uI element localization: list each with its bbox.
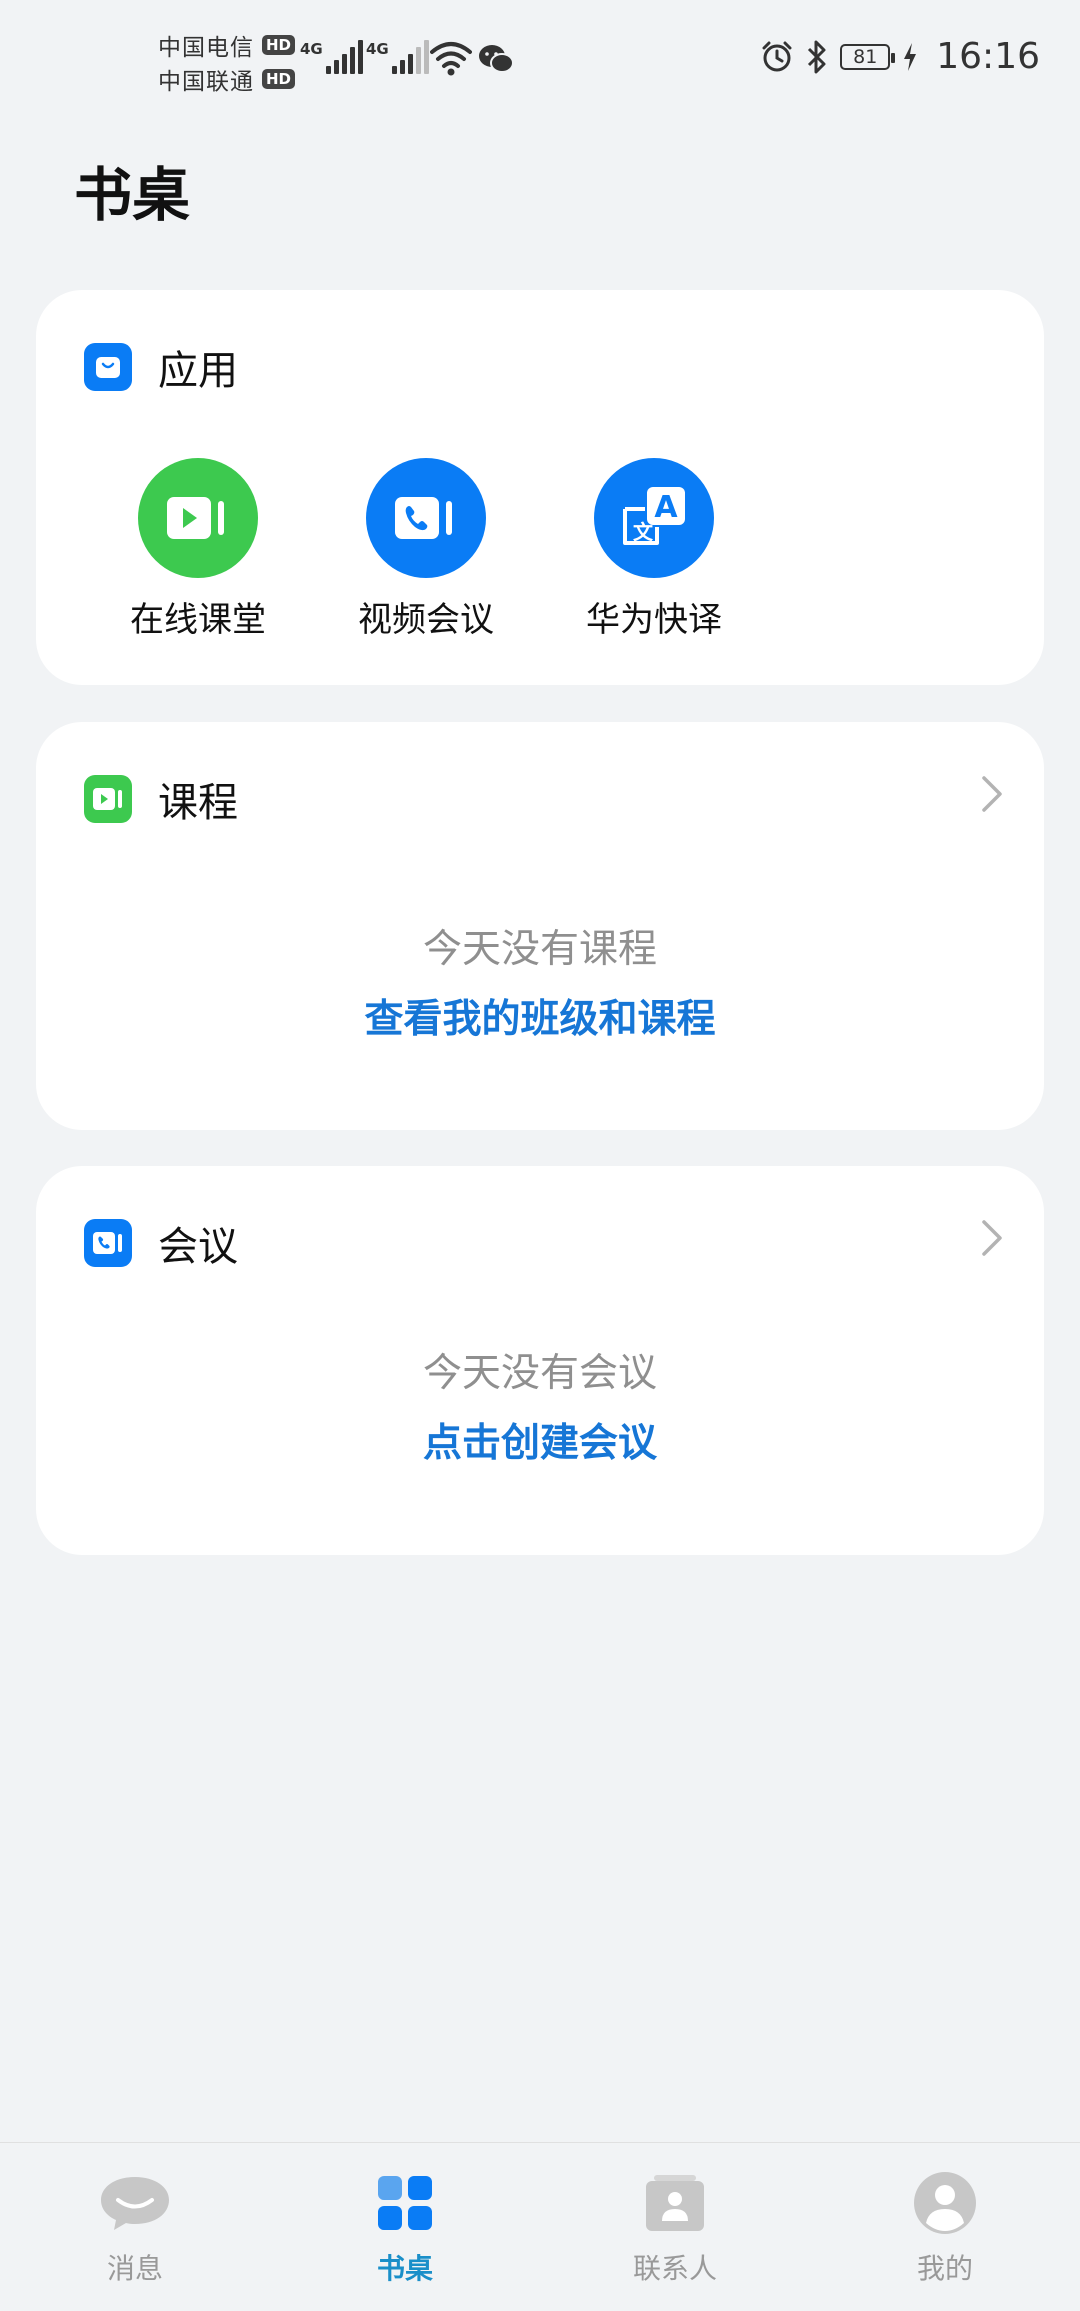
online-class-icon: [138, 458, 258, 578]
nav-item-profile[interactable]: 我的: [845, 2171, 1045, 2287]
app-video-meeting[interactable]: 视频会议: [316, 458, 536, 641]
courses-card-header: 课程: [84, 770, 238, 828]
status-bar: 中国电信 HD 中国联通 HD 4G 4G 81 16:16: [0, 0, 1080, 120]
wechat-icon: [479, 45, 514, 73]
meetings-empty-state: 今天没有会议 点击创建会议: [36, 1342, 1044, 1468]
nav-item-desk[interactable]: 书桌: [305, 2171, 505, 2287]
svg-text:文: 文: [633, 520, 654, 544]
battery-indicator: 81: [840, 43, 896, 70]
app-huawei-translate[interactable]: A 文 华为快译: [544, 458, 764, 641]
course-icon: [84, 775, 132, 823]
signal-icon: 4G: [300, 38, 363, 74]
right-status-icons: 81 16:16: [760, 36, 1040, 77]
carrier-info: 中国电信 HD 中国联通 HD: [158, 28, 296, 96]
app-label: 华为快译: [586, 600, 722, 640]
carrier-row-1: 中国电信 HD: [158, 28, 296, 62]
empty-courses-text: 今天没有课程: [422, 927, 657, 972]
bottom-nav: 消息 书桌 联系人 我的: [0, 2142, 1080, 2311]
page-title: 书桌: [74, 161, 191, 229]
signal-icon: 4G: [366, 38, 429, 74]
nav-item-contacts[interactable]: 联系人: [575, 2171, 775, 2287]
chevron-right-icon[interactable]: [980, 774, 1004, 814]
meetings-card-header: 会议: [84, 1214, 238, 1272]
chat-bubble-icon: [98, 2171, 172, 2235]
nav-item-messages[interactable]: 消息: [35, 2171, 235, 2287]
svg-text:A: A: [654, 490, 678, 525]
apps-card-header: 应用: [84, 338, 238, 396]
charging-icon: [904, 42, 917, 71]
carrier-row-2: 中国联通 HD: [158, 62, 296, 96]
app-label: 在线课堂: [130, 600, 266, 640]
meeting-icon: [84, 1219, 132, 1267]
nav-label: 我的: [916, 2252, 973, 2285]
translate-icon: A 文: [594, 458, 714, 578]
app-store-icon: [84, 343, 132, 391]
meetings-card-title: 会议: [158, 1224, 238, 1270]
desk-grid-icon: [376, 2171, 434, 2235]
hd-badge: HD: [262, 69, 296, 89]
meetings-card[interactable]: 会议 今天没有会议 点击创建会议: [36, 1166, 1044, 1555]
courses-card-title: 课程: [158, 780, 238, 826]
app-online-class[interactable]: 在线课堂: [88, 458, 308, 641]
nav-label: 联系人: [632, 2252, 717, 2285]
apps-card: 应用 在线课堂 视频会议 A 文 华为快译: [36, 290, 1044, 685]
network-tag: 4G: [300, 40, 323, 58]
courses-empty-state: 今天没有课程 查看我的班级和课程: [36, 918, 1044, 1044]
video-call-icon: [366, 458, 486, 578]
courses-card[interactable]: 课程 今天没有课程 查看我的班级和课程: [36, 722, 1044, 1130]
view-classes-link[interactable]: 查看我的班级和课程: [36, 988, 1044, 1044]
bluetooth-icon: [808, 40, 826, 73]
network-tag: 4G: [366, 40, 389, 58]
nav-label: 消息: [106, 2252, 163, 2285]
hd-badge: HD: [262, 35, 296, 55]
nav-label: 书桌: [376, 2252, 433, 2285]
chevron-right-icon[interactable]: [980, 1218, 1004, 1258]
profile-icon: [913, 2171, 977, 2235]
alarm-icon: [762, 41, 792, 71]
app-label: 视频会议: [358, 600, 494, 640]
empty-meetings-text: 今天没有会议: [422, 1351, 657, 1396]
carrier-name: 中国联通: [158, 69, 254, 95]
wifi-icon: [430, 42, 472, 76]
create-meeting-link[interactable]: 点击创建会议: [36, 1412, 1044, 1468]
contacts-icon: [644, 2171, 706, 2235]
clock: 16:16: [936, 36, 1040, 77]
carrier-name: 中国电信: [158, 35, 254, 61]
apps-card-title: 应用: [158, 348, 238, 394]
